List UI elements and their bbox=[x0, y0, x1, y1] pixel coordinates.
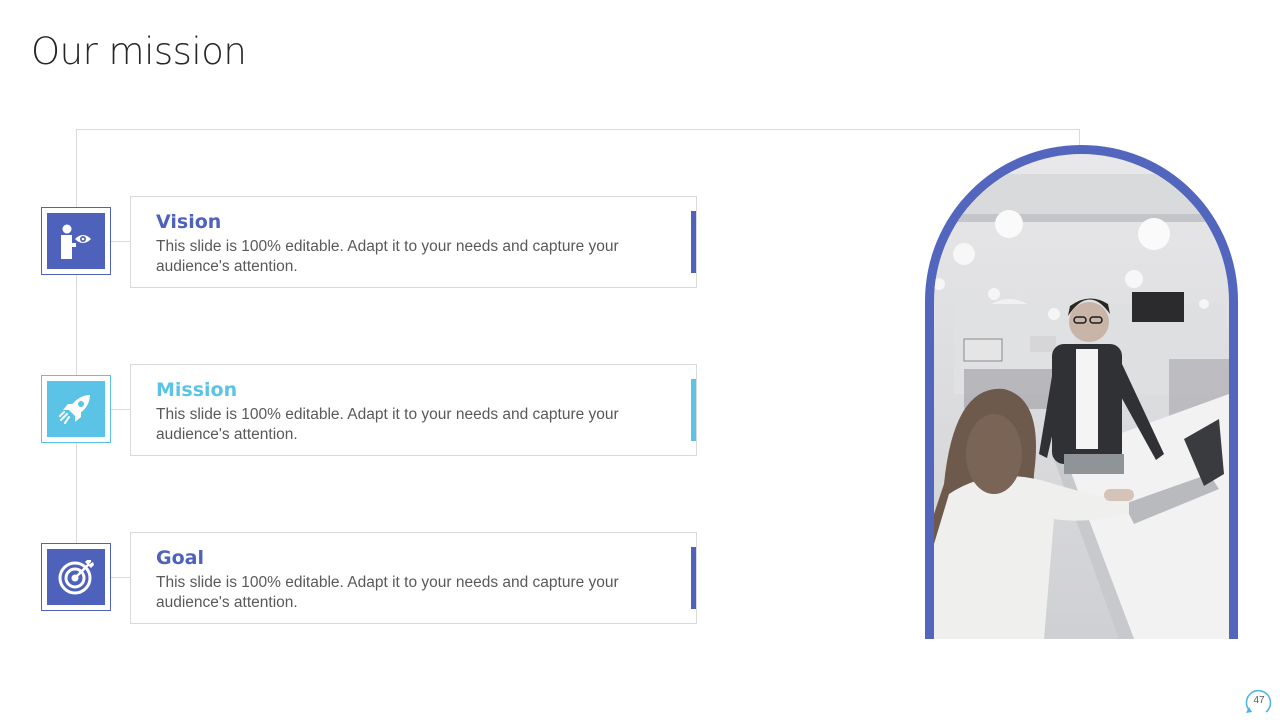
mission-connector bbox=[111, 409, 130, 410]
page-number: 47 bbox=[1253, 695, 1265, 706]
photo-frame bbox=[925, 145, 1238, 639]
goal-icon-box bbox=[41, 543, 111, 611]
frame-line-left bbox=[76, 129, 77, 577]
vision-connector bbox=[111, 241, 130, 242]
office-meeting-photo bbox=[934, 154, 1229, 639]
goal-title: Goal bbox=[156, 547, 204, 569]
mission-text: This slide is 100% editable. Adapt it to… bbox=[156, 406, 619, 443]
vision-icon-box bbox=[41, 207, 111, 275]
goal-card: Goal This slide is 100% editable. Adapt … bbox=[130, 532, 697, 624]
frame-line-top bbox=[76, 129, 1080, 130]
vision-title: Vision bbox=[156, 211, 222, 233]
goal-connector bbox=[111, 577, 130, 578]
vision-accent-bar bbox=[691, 211, 696, 273]
slide-title: Our mission bbox=[31, 30, 247, 73]
target-icon bbox=[58, 560, 94, 595]
vision-card: Vision This slide is 100% editable. Adap… bbox=[130, 196, 697, 288]
vision-text: This slide is 100% editable. Adapt it to… bbox=[156, 238, 619, 275]
mission-card: Mission This slide is 100% editable. Ada… bbox=[130, 364, 697, 456]
mission-icon-box bbox=[41, 375, 111, 443]
goal-text: This slide is 100% editable. Adapt it to… bbox=[156, 574, 619, 611]
rocket-icon bbox=[59, 395, 90, 424]
page-number-badge: 47 bbox=[1244, 686, 1274, 716]
goal-accent-bar bbox=[691, 547, 696, 609]
person-eye-icon bbox=[61, 224, 91, 259]
mission-accent-bar bbox=[691, 379, 696, 441]
mission-title: Mission bbox=[156, 379, 238, 401]
